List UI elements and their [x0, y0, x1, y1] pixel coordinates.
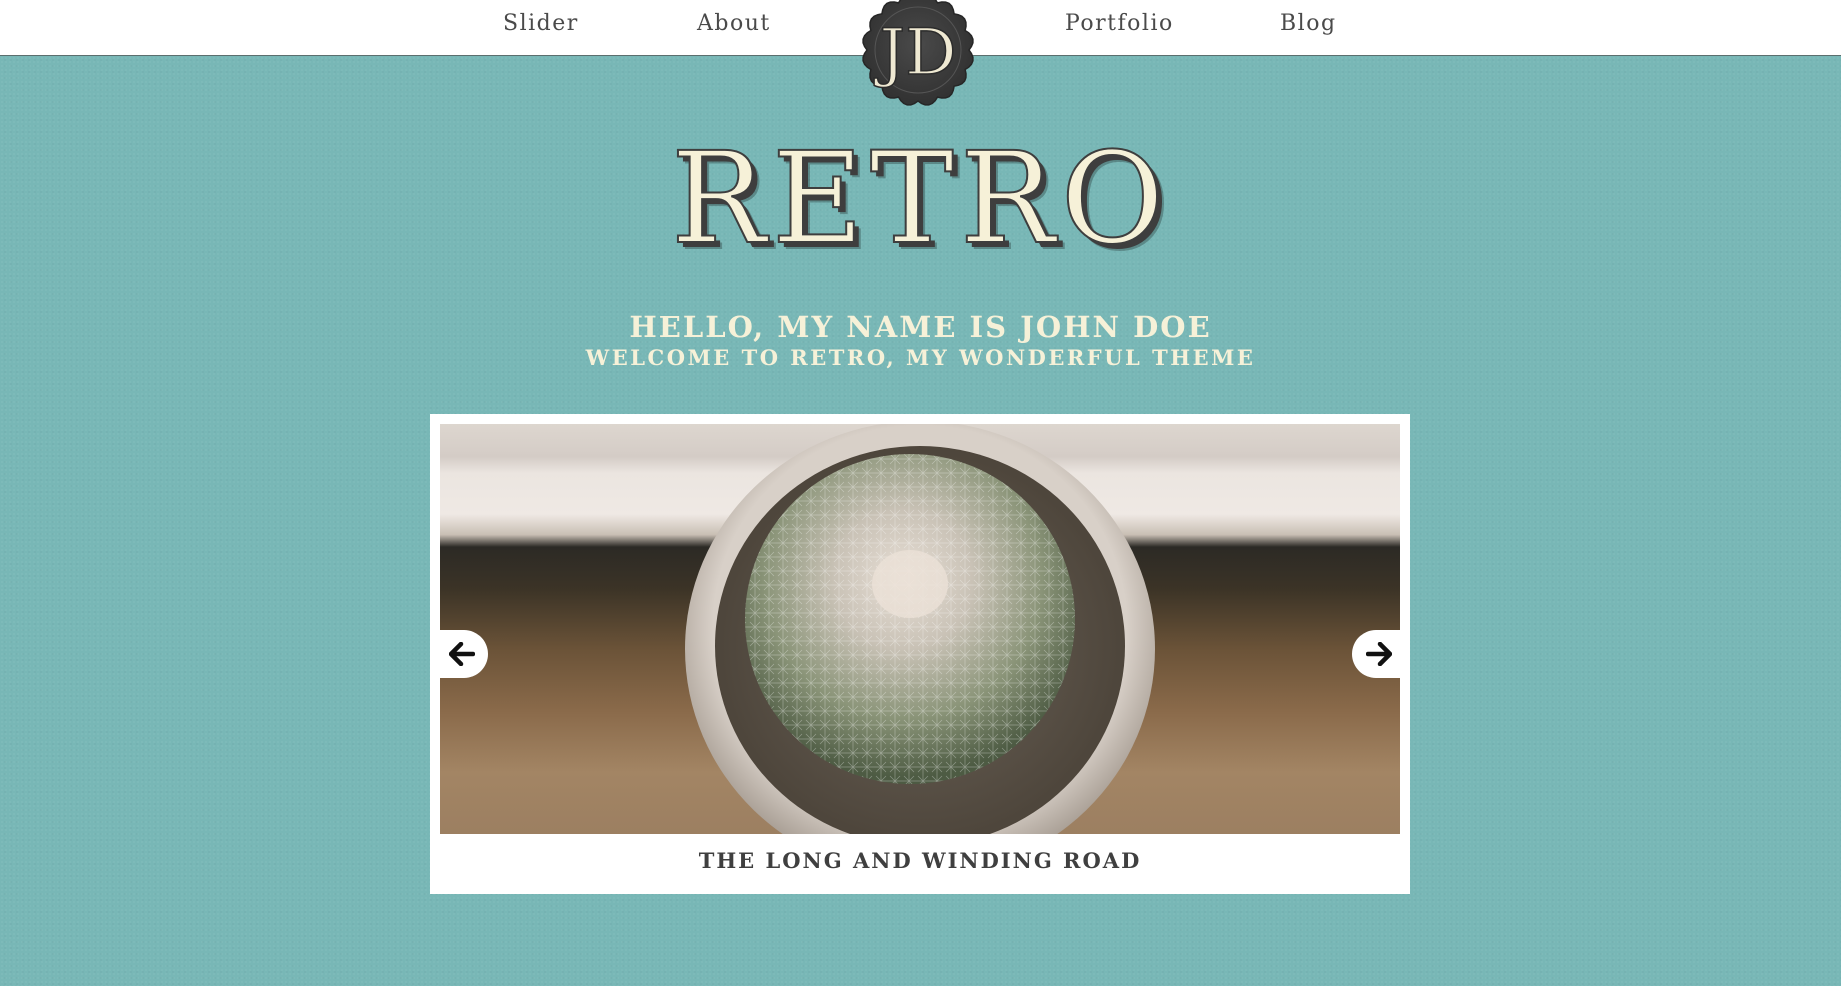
hero-subtitle: WELCOME TO RETRO, MY WONDERFUL THEME [585, 345, 1256, 370]
cactus-photo-illustration [685, 424, 1155, 834]
nav-link-slider[interactable]: Slider [503, 11, 579, 36]
image-slider: THE LONG AND WINDING ROAD [430, 414, 1410, 894]
arrow-left-icon [449, 642, 475, 666]
slider-next-button[interactable] [1352, 630, 1400, 678]
logo-initials: JD [874, 16, 957, 90]
hero-greeting: HELLO, MY NAME IS JOHN DOE [629, 310, 1212, 344]
slide-image-cactus [440, 424, 1400, 834]
slide-caption: THE LONG AND WINDING ROAD [698, 848, 1142, 873]
nav-link-blog[interactable]: Blog [1280, 11, 1337, 36]
arrow-right-icon [1366, 642, 1392, 666]
slider-prev-button[interactable] [440, 630, 488, 678]
scalloped-badge-icon: JD [862, 0, 974, 106]
nav-link-about[interactable]: About [697, 11, 771, 36]
site-title: RETRO [670, 125, 1171, 272]
logo-badge[interactable]: JD [858, 0, 978, 110]
nav-link-portfolio[interactable]: Portfolio [1065, 11, 1174, 36]
